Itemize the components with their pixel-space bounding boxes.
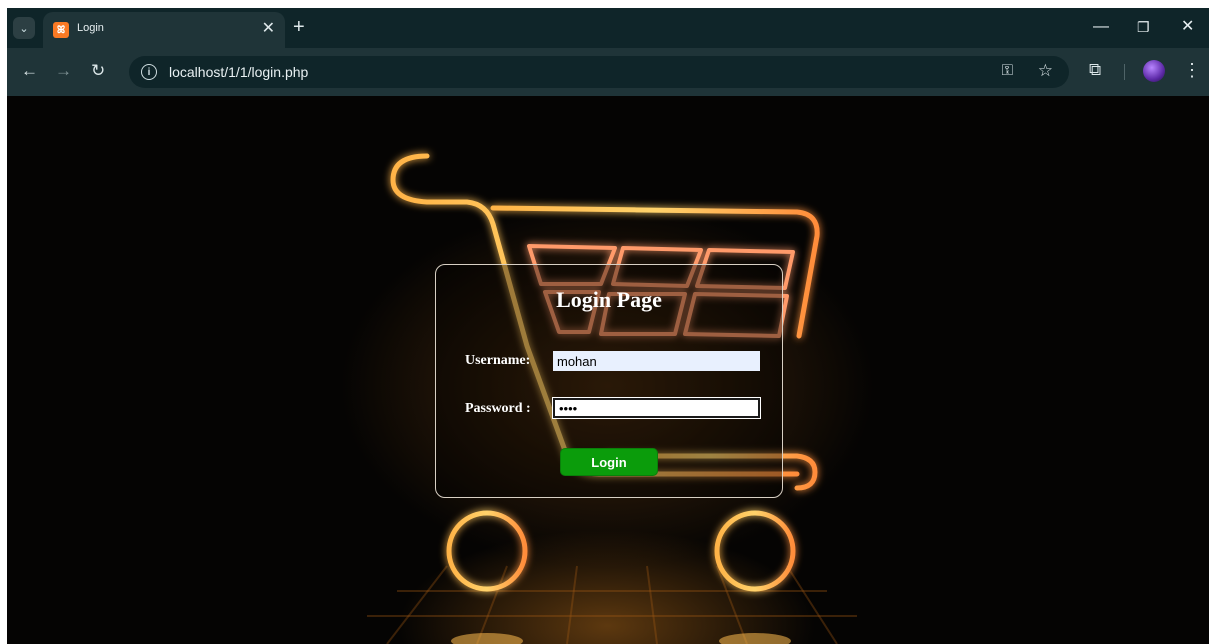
browser-toolbar: ← → ↻ i localhost/1/1/login.php ⚿ ☆ ⧉ ⋮ [7, 48, 1209, 96]
browser-window: ⌄ ꕤ Login ✕ + — ❐ ✕ ← → ↻ i localhost/1/… [7, 8, 1209, 644]
profile-avatar[interactable] [1143, 60, 1165, 82]
tab-title: Login [77, 22, 104, 34]
login-button[interactable]: Login [560, 448, 658, 476]
tab-search-icon[interactable]: ⌄ [13, 17, 35, 39]
minimize-icon[interactable]: — [1093, 18, 1109, 36]
restore-icon[interactable]: ❐ [1137, 18, 1150, 36]
xampp-icon: ꕤ [53, 22, 69, 38]
login-form: Login Page Username: Password : Login [435, 264, 783, 498]
close-icon[interactable]: ✕ [262, 20, 275, 38]
reload-icon[interactable]: ↻ [91, 62, 105, 80]
info-icon[interactable]: i [141, 64, 157, 80]
key-icon[interactable]: ⚿ [1002, 62, 1013, 79]
username-label: Username: [465, 353, 531, 368]
page-title: Login Page [556, 287, 662, 312]
star-icon[interactable]: ☆ [1038, 61, 1053, 81]
menu-icon[interactable]: ⋮ [1183, 60, 1201, 80]
back-icon[interactable]: ← [21, 62, 38, 80]
tab-strip: ⌄ ꕤ Login ✕ + — ❐ ✕ [7, 8, 1209, 48]
new-tab-icon[interactable]: + [293, 17, 305, 37]
username-input[interactable] [553, 351, 760, 371]
extensions-icon[interactable]: ⧉ [1089, 60, 1101, 80]
password-label: Password : [465, 401, 531, 416]
page-viewport: Login Page Username: Password : Login [7, 96, 1209, 644]
tab-login[interactable]: ꕤ Login ✕ [43, 12, 285, 48]
address-bar[interactable]: i localhost/1/1/login.php ⚿ ☆ [129, 56, 1069, 88]
forward-icon[interactable]: → [55, 62, 72, 80]
window-close-icon[interactable]: ✕ [1181, 18, 1194, 36]
password-input[interactable] [553, 398, 760, 418]
url-text[interactable]: localhost/1/1/login.php [169, 64, 308, 80]
toolbar-divider [1124, 64, 1125, 80]
